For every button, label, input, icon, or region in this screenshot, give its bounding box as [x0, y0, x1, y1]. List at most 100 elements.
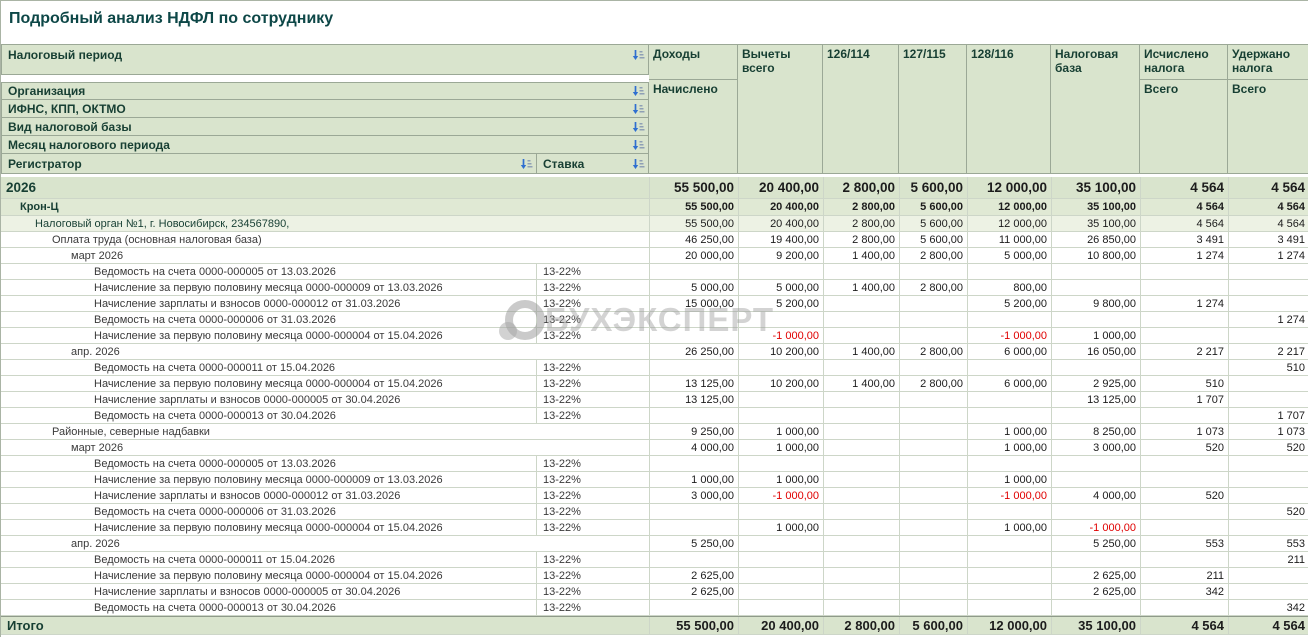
row-label[interactable]: Начисление за первую половину месяца 000…: [1, 568, 536, 583]
cell-vychety-vsego[interactable]: -1 000,00: [738, 328, 823, 343]
cell-127-115[interactable]: [899, 296, 967, 311]
cell-127-115[interactable]: 2 800,00: [899, 376, 967, 391]
row-label[interactable]: Ведомость на счета 0000-000005 от 13.03.…: [1, 264, 536, 279]
row-label[interactable]: Ведомость на счета 0000-000013 от 30.04.…: [1, 408, 536, 423]
cell-rate[interactable]: 13-22%: [536, 552, 649, 567]
cell-126-114[interactable]: [823, 392, 899, 407]
cell-126-114[interactable]: 2 800,00: [823, 216, 899, 231]
cell-126-114[interactable]: 2 800,00: [823, 199, 899, 215]
cell-128-116[interactable]: [967, 584, 1051, 599]
cell-126-114[interactable]: [823, 312, 899, 327]
cell-uderzhano-naloga[interactable]: 4 564: [1228, 216, 1308, 231]
cell-rate[interactable]: 13-22%: [536, 488, 649, 503]
cell-127-115[interactable]: [899, 264, 967, 279]
cell-vychety-vsego[interactable]: [738, 264, 823, 279]
cell-126-114[interactable]: [823, 408, 899, 423]
cell-127-115[interactable]: [899, 488, 967, 503]
cell-ischisleno-naloga[interactable]: [1140, 312, 1228, 327]
cell-uderzhano-naloga[interactable]: 1 707: [1228, 408, 1308, 423]
cell-ischisleno-naloga[interactable]: [1140, 360, 1228, 375]
sort-icon[interactable]: [632, 158, 645, 171]
cell-vychety-vsego[interactable]: 20 400,00: [738, 177, 823, 198]
cell-uderzhano-naloga[interactable]: [1228, 488, 1308, 503]
cell-rate[interactable]: 13-22%: [536, 376, 649, 391]
row-label[interactable]: Начисление за первую половину месяца 000…: [1, 472, 536, 487]
cell-127-115[interactable]: 2 800,00: [899, 344, 967, 359]
cell-126-114[interactable]: [823, 520, 899, 535]
cell-vychety-vsego[interactable]: [738, 600, 823, 615]
row-label[interactable]: Ведомость на счета 0000-000011 от 15.04.…: [1, 360, 536, 375]
cell-128-116[interactable]: 1 000,00: [967, 472, 1051, 487]
cell-vychety-vsego[interactable]: 10 200,00: [738, 344, 823, 359]
cell-uderzhano-naloga[interactable]: 3 491: [1228, 232, 1308, 247]
cell-dohody[interactable]: [649, 312, 738, 327]
row-label[interactable]: Начисление за первую половину месяца 000…: [1, 376, 536, 391]
cell-128-116[interactable]: [967, 552, 1051, 567]
sort-icon[interactable]: [632, 103, 645, 116]
cell-ischisleno-naloga[interactable]: 4 564: [1140, 177, 1228, 198]
cell-126-114[interactable]: 2 800,00: [823, 617, 899, 634]
cell-rate[interactable]: 13-22%: [536, 280, 649, 295]
cell-nalogovaya-baza[interactable]: [1051, 280, 1140, 295]
cell-rate[interactable]: 13-22%: [536, 472, 649, 487]
cell-128-116[interactable]: 800,00: [967, 280, 1051, 295]
cell-ischisleno-naloga[interactable]: [1140, 456, 1228, 471]
row-label[interactable]: Крон-Ц: [1, 199, 649, 215]
cell-nalogovaya-baza[interactable]: 3 000,00: [1051, 440, 1140, 455]
cell-127-115[interactable]: [899, 392, 967, 407]
cell-dohody[interactable]: [649, 264, 738, 279]
cell-nalogovaya-baza[interactable]: 2 625,00: [1051, 584, 1140, 599]
cell-127-115[interactable]: [899, 584, 967, 599]
cell-uderzhano-naloga[interactable]: [1228, 472, 1308, 487]
cell-uderzhano-naloga[interactable]: 520: [1228, 440, 1308, 455]
cell-126-114[interactable]: [823, 600, 899, 615]
sort-icon[interactable]: [632, 121, 645, 134]
cell-vychety-vsego[interactable]: [738, 536, 823, 551]
cell-dohody[interactable]: 1 000,00: [649, 472, 738, 487]
row-label[interactable]: Начисление за первую половину месяца 000…: [1, 328, 536, 343]
cell-vychety-vsego[interactable]: 5 000,00: [738, 280, 823, 295]
cell-dohody[interactable]: 26 250,00: [649, 344, 738, 359]
cell-vychety-vsego[interactable]: 10 200,00: [738, 376, 823, 391]
cell-128-116[interactable]: [967, 600, 1051, 615]
cell-rate[interactable]: 13-22%: [536, 520, 649, 535]
cell-vychety-vsego[interactable]: 20 400,00: [738, 216, 823, 231]
cell-uderzhano-naloga[interactable]: 4 564: [1228, 617, 1308, 634]
row-label[interactable]: Ведомость на счета 0000-000006 от 31.03.…: [1, 504, 536, 519]
cell-dohody[interactable]: [649, 520, 738, 535]
cell-ischisleno-naloga[interactable]: [1140, 600, 1228, 615]
cell-127-115[interactable]: [899, 456, 967, 471]
cell-rate[interactable]: 13-22%: [536, 312, 649, 327]
cell-uderzhano-naloga[interactable]: 1 274: [1228, 312, 1308, 327]
cell-nalogovaya-baza[interactable]: [1051, 264, 1140, 279]
cell-ischisleno-naloga[interactable]: 4 564: [1140, 617, 1228, 634]
row-label[interactable]: Районные, северные надбавки: [1, 424, 649, 439]
cell-126-114[interactable]: [823, 584, 899, 599]
cell-nalogovaya-baza[interactable]: 10 800,00: [1051, 248, 1140, 263]
cell-dohody[interactable]: [649, 408, 738, 423]
cell-nalogovaya-baza[interactable]: 13 125,00: [1051, 392, 1140, 407]
cell-uderzhano-naloga[interactable]: 4 564: [1228, 177, 1308, 198]
cell-dohody[interactable]: 55 500,00: [649, 199, 738, 215]
cell-dohody[interactable]: 5 250,00: [649, 536, 738, 551]
cell-uderzhano-naloga[interactable]: [1228, 392, 1308, 407]
cell-ischisleno-naloga[interactable]: 1 274: [1140, 296, 1228, 311]
cell-127-115[interactable]: 5 600,00: [899, 232, 967, 247]
cell-vychety-vsego[interactable]: 5 200,00: [738, 296, 823, 311]
cell-128-116[interactable]: 1 000,00: [967, 424, 1051, 439]
cell-128-116[interactable]: 12 000,00: [967, 216, 1051, 231]
cell-128-116[interactable]: [967, 408, 1051, 423]
cell-uderzhano-naloga[interactable]: 211: [1228, 552, 1308, 567]
cell-127-115[interactable]: [899, 520, 967, 535]
cell-127-115[interactable]: 2 800,00: [899, 280, 967, 295]
cell-uderzhano-naloga[interactable]: [1228, 280, 1308, 295]
row-label[interactable]: апр. 2026: [1, 344, 649, 359]
row-label[interactable]: 2026: [1, 177, 649, 198]
cell-vychety-vsego[interactable]: 1 000,00: [738, 520, 823, 535]
cell-127-115[interactable]: [899, 504, 967, 519]
cell-ischisleno-naloga[interactable]: [1140, 552, 1228, 567]
cell-dohody[interactable]: 2 625,00: [649, 584, 738, 599]
cell-nalogovaya-baza[interactable]: 2 625,00: [1051, 568, 1140, 583]
cell-128-116[interactable]: 5 000,00: [967, 248, 1051, 263]
cell-uderzhano-naloga[interactable]: 520: [1228, 504, 1308, 519]
